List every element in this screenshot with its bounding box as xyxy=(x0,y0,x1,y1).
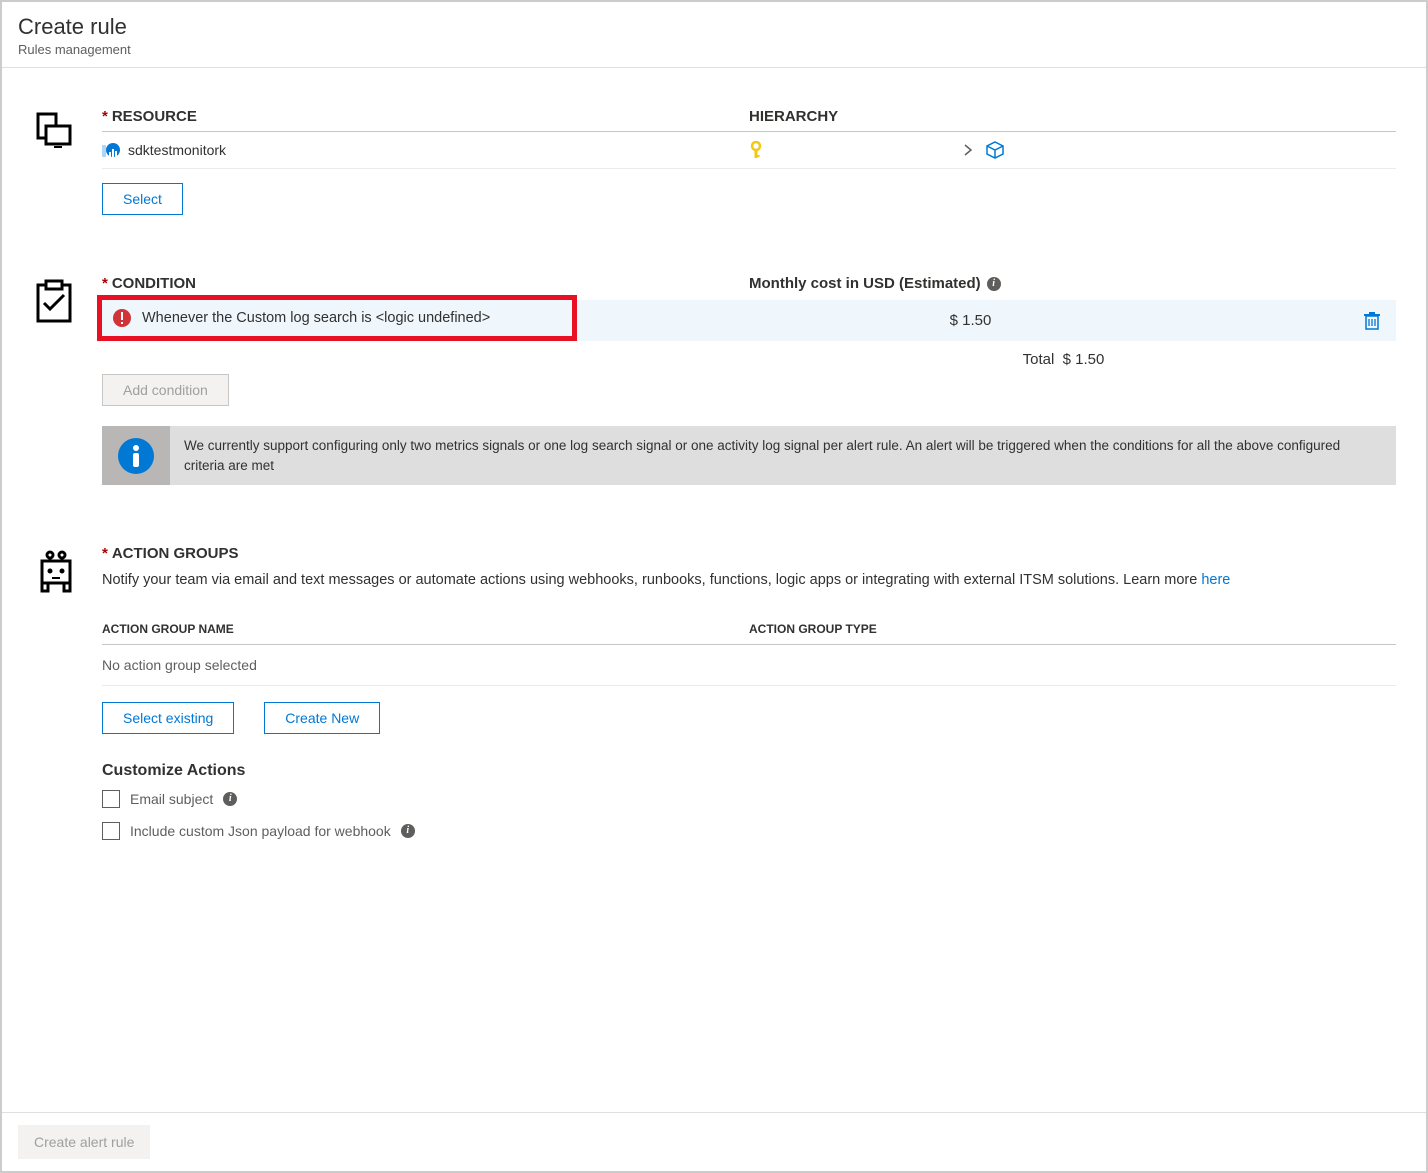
resource-section: *RESOURCE HIERARCHY sdktest xyxy=(32,108,1396,215)
page-header: Create rule Rules management xyxy=(2,2,1426,68)
resource-type-icon xyxy=(102,141,120,159)
info-box: We currently support configuring only tw… xyxy=(102,426,1396,485)
condition-text: Whenever the Custom log search is <logic… xyxy=(142,310,490,326)
condition-cost: $ 1.50 xyxy=(577,312,1364,329)
condition-heading: CONDITION xyxy=(112,275,196,292)
email-subject-checkbox[interactable] xyxy=(102,790,120,808)
page-title: Create rule xyxy=(18,14,1410,40)
condition-icon xyxy=(32,275,102,485)
info-box-text: We currently support configuring only tw… xyxy=(170,426,1396,485)
breadcrumb: Rules management xyxy=(18,42,1410,57)
action-groups-section: *ACTION GROUPS Notify your team via emai… xyxy=(32,545,1396,854)
action-groups-heading: ACTION GROUPS xyxy=(112,545,239,562)
hierarchy-heading: HIERARCHY xyxy=(749,108,1396,125)
delete-icon[interactable] xyxy=(1364,312,1384,330)
condition-row[interactable]: Whenever the Custom log search is <logic… xyxy=(102,300,1396,341)
create-new-button[interactable]: Create New xyxy=(264,702,380,734)
email-subject-label: Email subject xyxy=(130,791,213,807)
info-box-icon xyxy=(102,426,170,485)
condition-cost-heading: Monthly cost in USD (Estimated) xyxy=(749,275,981,292)
ag-col-type: ACTION GROUP TYPE xyxy=(749,622,1396,636)
total-value: $ 1.50 xyxy=(1063,351,1105,368)
custom-json-checkbox[interactable] xyxy=(102,822,120,840)
footer: Create alert rule xyxy=(2,1112,1426,1171)
info-icon[interactable]: i xyxy=(401,824,415,838)
resource-row[interactable]: sdktestmonitork xyxy=(102,132,1396,169)
resource-icon xyxy=(32,108,102,215)
learn-more-link[interactable]: here xyxy=(1201,572,1230,588)
cube-icon xyxy=(985,140,1005,160)
resource-heading: RESOURCE xyxy=(112,108,197,125)
info-icon[interactable]: i xyxy=(223,792,237,806)
ag-col-name: ACTION GROUP NAME xyxy=(102,622,749,636)
resource-name-text: sdktestmonitork xyxy=(128,142,226,158)
ag-empty-text: No action group selected xyxy=(102,645,1396,686)
custom-json-label: Include custom Json payload for webhook xyxy=(130,823,391,839)
action-groups-desc: Notify your team via email and text mess… xyxy=(102,572,1201,588)
chevron-right-icon xyxy=(963,143,973,157)
add-condition-button: Add condition xyxy=(102,374,229,406)
select-resource-button[interactable]: Select xyxy=(102,183,183,215)
info-icon[interactable]: i xyxy=(987,277,1001,291)
condition-section: *CONDITION Monthly cost in USD (Estimate… xyxy=(32,275,1396,485)
alert-icon xyxy=(112,308,132,328)
customize-actions-heading: Customize Actions xyxy=(102,762,1396,780)
action-groups-icon xyxy=(32,545,102,854)
total-label: Total xyxy=(1023,351,1055,368)
create-alert-rule-button: Create alert rule xyxy=(18,1125,150,1159)
select-existing-button[interactable]: Select existing xyxy=(102,702,234,734)
key-icon xyxy=(749,141,763,159)
